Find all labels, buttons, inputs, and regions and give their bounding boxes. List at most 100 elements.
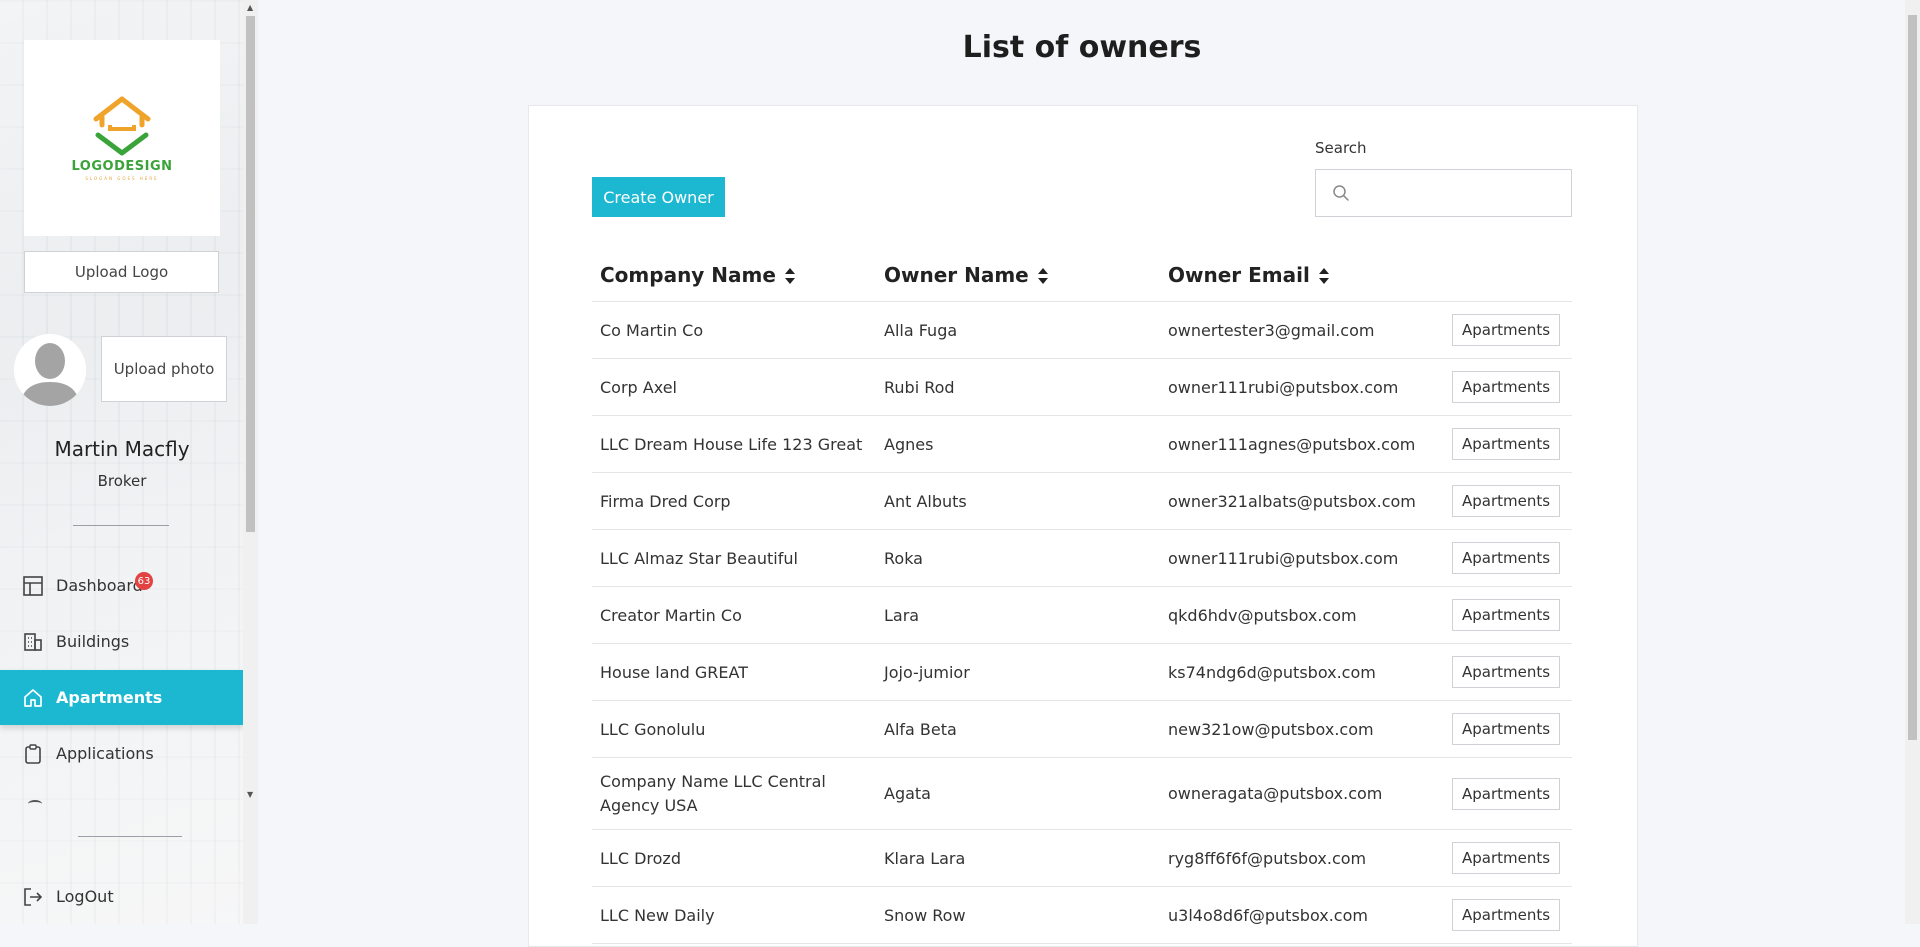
owner-name-cell: Klara Lara	[876, 829, 1160, 887]
column-owner-name[interactable]: Owner Name	[876, 248, 1160, 302]
dashboard-icon	[22, 575, 44, 597]
nav-apartments[interactable]: Apartments	[0, 670, 243, 725]
search-label: Search	[1315, 139, 1367, 157]
partial-nav-icon	[28, 800, 42, 808]
search-input[interactable]	[1358, 172, 1571, 214]
upload-photo-button[interactable]: Upload photo	[101, 336, 227, 402]
table-header-row: Company Name Owner Name Owner Email	[592, 248, 1572, 302]
nav-dashboard-label: Dashboard	[56, 576, 143, 595]
owner-name-cell: Ant Albuts	[876, 472, 1160, 530]
apartments-button[interactable]: Apartments	[1452, 656, 1561, 688]
logo-slogan: SLOGAN GOES HERE	[85, 176, 159, 181]
nav-applications[interactable]: Applications	[0, 726, 243, 781]
apartments-button[interactable]: Apartments	[1452, 842, 1561, 874]
column-label: Owner Email	[1168, 262, 1310, 287]
owner-email-cell: owner321albats@putsbox.com	[1160, 472, 1444, 530]
sort-icon[interactable]	[784, 266, 796, 286]
owner-name-cell: Rubi Rod	[876, 358, 1160, 416]
owner-email-cell: new321ow@putsbox.com	[1160, 700, 1444, 758]
nav-applications-label: Applications	[56, 744, 154, 763]
column-owner-email[interactable]: Owner Email	[1160, 248, 1444, 302]
column-actions	[1444, 248, 1572, 302]
logo-text: LOGODESIGN	[71, 159, 173, 174]
company-name-cell: LLC Almaz Star Beautiful	[592, 529, 876, 587]
logout-icon	[22, 886, 44, 908]
page-scroll-thumb[interactable]	[1908, 15, 1917, 740]
owner-email-cell: ownertester3@gmail.com	[1160, 301, 1444, 359]
owner-email-cell: owner111rubi@putsbox.com	[1160, 358, 1444, 416]
company-name-cell: Co Martin Co	[592, 301, 876, 359]
table-row: LLC Drozd Klara Lara ryg8ff6f6f@putsbox.…	[592, 829, 1572, 887]
owner-email-cell: qkd6hdv@putsbox.com	[1160, 586, 1444, 644]
buildings-icon	[22, 631, 44, 653]
owner-email-cell: ryg8ff6f6f@putsbox.com	[1160, 829, 1444, 887]
sidebar-scrollbar[interactable]: ▲ ▼	[243, 0, 258, 924]
clipboard-icon	[22, 743, 44, 765]
table-row: LLC Gonolulu Alfa Beta new321ow@putsbox.…	[592, 700, 1572, 758]
column-label: Company Name	[600, 262, 776, 287]
column-company-name[interactable]: Company Name	[592, 248, 876, 302]
page-scrollbar[interactable]	[1905, 0, 1920, 924]
company-name-cell: LLC Dream House Life 123 Great	[592, 415, 876, 473]
company-name-cell: Company Name LLC Central Agency USA	[592, 757, 876, 830]
sidebar: LOGODESIGN SLOGAN GOES HERE Upload Logo …	[0, 0, 258, 924]
apartments-button[interactable]: Apartments	[1452, 599, 1561, 631]
owner-email-cell: ks74ndg6d@putsbox.com	[1160, 643, 1444, 701]
sort-icon[interactable]	[1037, 266, 1049, 286]
owner-email-cell: owneragata@putsbox.com	[1160, 757, 1444, 830]
user-name: Martin Macfly	[54, 437, 190, 461]
sidebar-scroll-thumb[interactable]	[246, 16, 255, 532]
apartments-button[interactable]: Apartments	[1452, 428, 1561, 460]
nav-dashboard[interactable]: Dashboard	[0, 558, 243, 613]
table-row: LLC New Daily Snow Row u3l4o8d6f@putsbox…	[592, 886, 1572, 944]
company-name-cell: LLC New Daily	[592, 886, 876, 944]
sort-icon[interactable]	[1318, 266, 1330, 286]
nav-apartments-label: Apartments	[56, 688, 163, 707]
table-row: LLC Dream House Life 123 Great Agnes own…	[592, 415, 1572, 473]
apartments-button[interactable]: Apartments	[1452, 485, 1561, 517]
table-row: Corp Axel Rubi Rod owner111rubi@putsbox.…	[592, 358, 1572, 416]
company-logo: LOGODESIGN SLOGAN GOES HERE	[24, 40, 220, 236]
column-label: Owner Name	[884, 262, 1029, 287]
owner-name-cell: Agnes	[876, 415, 1160, 473]
notification-badge: 63	[135, 572, 153, 590]
nav-divider	[78, 836, 182, 837]
owner-email-cell: owner111rubi@putsbox.com	[1160, 529, 1444, 587]
apartments-button[interactable]: Apartments	[1452, 713, 1561, 745]
table-row: Creator Martin Co Lara qkd6hdv@putsbox.c…	[592, 586, 1572, 644]
nav-logout-label: LogOut	[56, 887, 114, 906]
home-icon	[22, 687, 44, 709]
scroll-down-icon[interactable]: ▼	[247, 790, 253, 799]
owner-name-cell: Lara	[876, 586, 1160, 644]
table-row: Co Martin Co Alla Fuga ownertester3@gmai…	[592, 301, 1572, 359]
table-row: Firma Dred Corp Ant Albuts owner321albat…	[592, 472, 1572, 530]
owner-name-cell: Snow Row	[876, 886, 1160, 944]
owner-email-cell: u3l4o8d6f@putsbox.com	[1160, 886, 1444, 944]
company-name-cell: House land GREAT	[592, 643, 876, 701]
apartments-button[interactable]: Apartments	[1452, 899, 1561, 931]
user-silhouette-icon	[14, 334, 86, 406]
owner-email-cell: owner111agnes@putsbox.com	[1160, 415, 1444, 473]
profile-divider	[73, 525, 169, 526]
upload-logo-button[interactable]: Upload Logo	[24, 251, 219, 293]
company-name-cell: LLC Drozd	[592, 829, 876, 887]
company-name-cell: LLC Gonolulu	[592, 700, 876, 758]
apartments-button[interactable]: Apartments	[1452, 314, 1561, 346]
apartments-button[interactable]: Apartments	[1452, 542, 1561, 574]
apartments-button[interactable]: Apartments	[1452, 371, 1561, 403]
search-field[interactable]	[1315, 169, 1572, 217]
user-role: Broker	[97, 472, 147, 490]
scroll-up-icon[interactable]: ▲	[247, 3, 253, 12]
company-name-cell: Firma Dred Corp	[592, 472, 876, 530]
apartments-button[interactable]: Apartments	[1452, 777, 1561, 810]
table-row: House land GREAT Jojo-jumior ks74ndg6d@p…	[592, 643, 1572, 701]
company-name-cell: Corp Axel	[592, 358, 876, 416]
nav-buildings[interactable]: Buildings	[0, 614, 243, 669]
create-owner-button[interactable]: Create Owner	[592, 177, 725, 217]
owner-name-cell: Agata	[876, 757, 1160, 830]
page-title: List of owners	[962, 30, 1202, 65]
owners-table: Company Name Owner Name Owner Email Co M…	[592, 248, 1572, 944]
table-row: Company Name LLC Central Agency USA Agat…	[592, 757, 1572, 830]
nav-logout[interactable]: LogOut	[0, 869, 243, 924]
owner-name-cell: Roka	[876, 529, 1160, 587]
